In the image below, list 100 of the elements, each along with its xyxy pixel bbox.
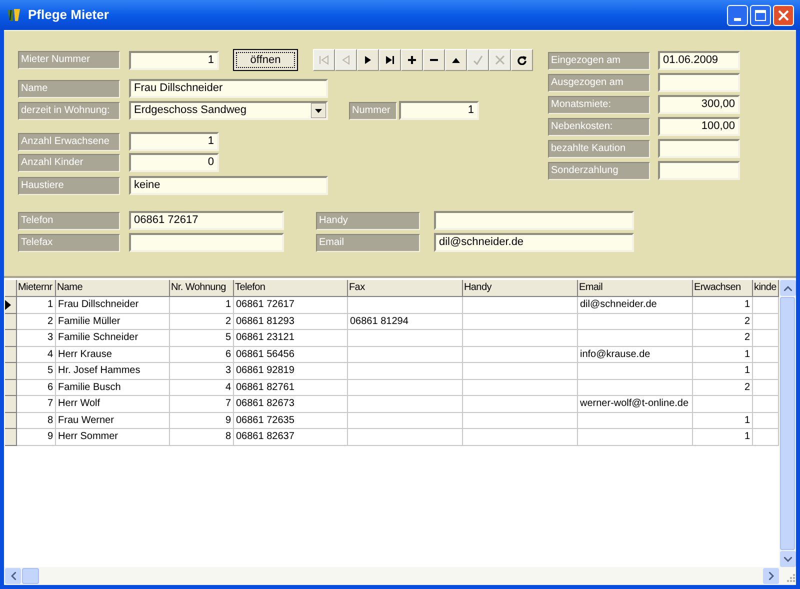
table-cell: 1 [693, 429, 753, 446]
table-cell: 06861 23121 [234, 330, 348, 346]
table-cell: info@krause.de [578, 346, 693, 363]
column-header[interactable]: kinde [753, 280, 779, 297]
row-indicator-header [5, 280, 17, 297]
navigator-button[interactable] [379, 49, 401, 71]
field-label: Monatsmiete: [548, 96, 650, 114]
vertical-scrollbar[interactable] [779, 278, 796, 567]
field-label: Handy [316, 212, 420, 230]
table-cell: 7 [17, 396, 56, 412]
table-cell: 06861 72635 [234, 412, 348, 429]
column-header[interactable]: Telefon [234, 280, 348, 297]
table-cell: 9 [170, 412, 234, 429]
table-cell: Familie Schneider [56, 330, 170, 346]
table-cell: 4 [17, 346, 56, 363]
table-cell: 7 [170, 396, 234, 412]
table-cell: 5 [17, 363, 56, 380]
column-header[interactable]: Erwachsen [693, 280, 753, 297]
column-header[interactable]: Nr. Wohnung [170, 280, 234, 297]
table-cell: Hr. Josef Hammes [56, 363, 170, 380]
input-field[interactable]: 0 [129, 153, 219, 172]
input-field[interactable] [434, 211, 634, 230]
table-cell: 06861 72617 [234, 297, 348, 314]
minimize-button[interactable] [727, 4, 748, 26]
input-field[interactable]: 1 [129, 50, 219, 70]
table-cell: 1 [170, 297, 234, 314]
navigator-button[interactable] [401, 49, 423, 71]
input-field[interactable]: 01.06.2009 [658, 51, 740, 70]
field-label: Nummer [349, 102, 397, 120]
table-cell: werner-wolf@t-online.de [578, 396, 693, 412]
column-header[interactable]: Name [56, 280, 170, 297]
scroll-left-icon [10, 572, 16, 580]
input-field[interactable] [129, 233, 284, 252]
maximize-button[interactable] [750, 4, 771, 26]
field-label: Anzahl Erwachsene [18, 132, 120, 150]
window-title: Pflege Mieter [28, 6, 110, 24]
input-field[interactable] [658, 73, 740, 92]
scroll-down-icon [784, 556, 792, 562]
table-cell: 2 [17, 314, 56, 330]
field-label: Eingezogen am [548, 52, 650, 70]
column-header[interactable]: Handy [463, 280, 578, 297]
navigator-button[interactable] [445, 49, 467, 71]
refresh-icon [517, 55, 527, 65]
table-cell: Herr Wolf [56, 396, 170, 412]
column-header[interactable]: Email [578, 280, 693, 297]
input-field[interactable]: 1 [129, 132, 219, 151]
row-indicator[interactable] [5, 297, 17, 314]
input-field[interactable]: 100,00 [658, 117, 740, 136]
table-cell: 8 [17, 412, 56, 429]
input-field[interactable] [658, 139, 740, 158]
resize-grip-icon [787, 574, 795, 582]
open-button[interactable]: öffnen [233, 49, 298, 71]
input-field[interactable]: 06861 72617 [129, 211, 284, 230]
table-cell: 06861 92819 [234, 363, 348, 380]
next-record-icon [363, 55, 373, 65]
table-cell: 06861 81294 [348, 314, 463, 330]
scroll-thumb[interactable] [22, 568, 39, 584]
input-field[interactable]: 300,00 [658, 95, 740, 114]
field-label: Anzahl Kinder [18, 154, 120, 172]
table-cell: 06861 82637 [234, 429, 348, 446]
close-icon [778, 10, 789, 20]
table-cell: 5 [170, 330, 234, 346]
table-cell: 1 [693, 412, 753, 429]
table-cell: Familie Busch [56, 380, 170, 396]
table-cell: 1 [17, 297, 56, 314]
input-field[interactable]: keine [129, 176, 328, 195]
navigator-button[interactable] [423, 49, 445, 71]
column-header[interactable]: Mieternr [17, 280, 56, 297]
horizontal-scrollbar[interactable] [4, 567, 796, 585]
table-cell: 2 [693, 314, 753, 330]
first-record-icon [319, 55, 329, 65]
input-field[interactable] [658, 161, 740, 180]
plus-icon [407, 55, 417, 65]
cross-icon [495, 55, 505, 65]
field-label: Sonderzahlung [548, 162, 650, 180]
column-header[interactable]: Fax [348, 280, 463, 297]
field-label: Haustiere [18, 176, 120, 194]
minimize-icon [734, 18, 741, 20]
table-cell: 06861 82673 [234, 396, 348, 412]
table-cell: Familie Müller [56, 314, 170, 330]
table-cell: 06861 81293 [234, 314, 348, 330]
app-icon [6, 7, 22, 23]
scroll-right-icon [768, 572, 774, 580]
table-cell: 06861 56456 [234, 346, 348, 363]
field-label: Mieter Nummer [18, 51, 120, 69]
navigator-button[interactable] [357, 49, 379, 71]
dropdown-field[interactable]: Erdgeschoss Sandweg [129, 101, 328, 120]
input-field[interactable]: 1 [399, 101, 479, 120]
checkmark-icon [473, 55, 483, 65]
table-cell: 3 [17, 330, 56, 346]
table-cell: 1 [693, 363, 753, 380]
input-field[interactable]: Frau Dillschneider [129, 79, 328, 98]
table-cell [693, 396, 753, 412]
scroll-up-icon [784, 286, 792, 290]
navigator-button[interactable] [511, 49, 533, 71]
input-field[interactable]: dil@schneider.de [434, 233, 634, 252]
table-cell: Frau Werner [56, 412, 170, 429]
table-cell: 6 [17, 380, 56, 396]
close-button[interactable] [773, 4, 794, 26]
table-cell: 9 [17, 429, 56, 446]
